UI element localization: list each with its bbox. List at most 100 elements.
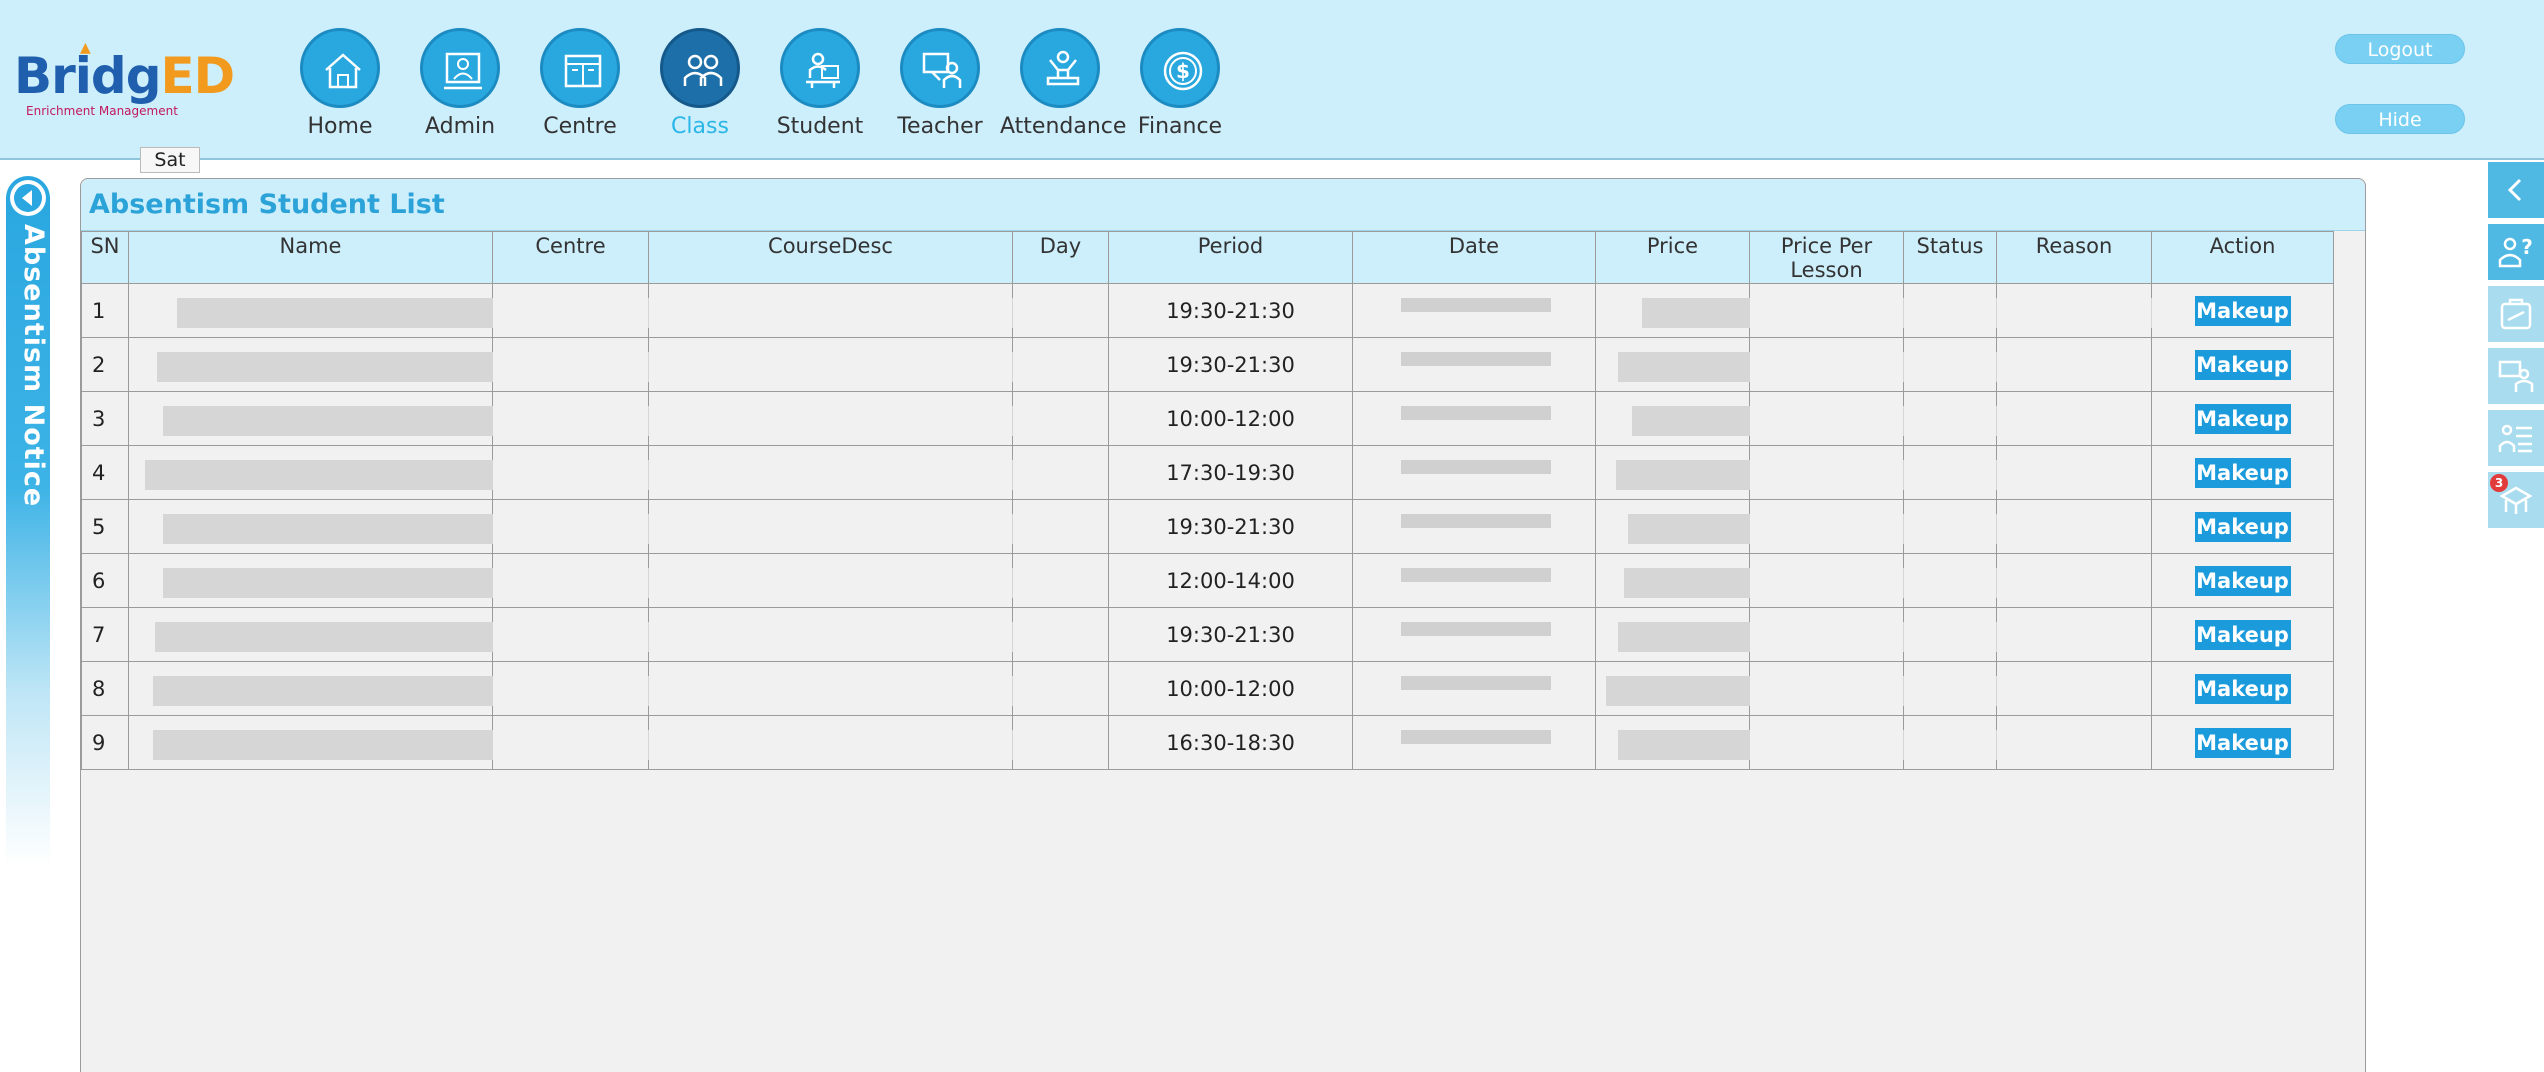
admin-user-icon [420, 28, 500, 108]
row-status [1903, 553, 1997, 608]
row-action: Makeup [2151, 337, 2334, 392]
row-name [128, 445, 1095, 500]
row-action: Makeup [2151, 607, 2334, 662]
row-centre [492, 661, 649, 716]
row-day [1012, 283, 1109, 338]
absentism-table: SN Name Centre CourseDesc Day Period Dat… [81, 231, 2334, 770]
table-header-row: SN Name Centre CourseDesc Day Period Dat… [81, 231, 2334, 284]
makeup-button[interactable]: Makeup [2194, 295, 2291, 326]
row-centre [492, 499, 649, 554]
makeup-button[interactable]: Makeup [2194, 403, 2291, 434]
column-header[interactable]: Price Per Lesson [1749, 231, 1904, 284]
column-header[interactable]: Period [1108, 231, 1353, 284]
nav-item-admin[interactable]: Admin [400, 28, 520, 143]
row-centre [492, 283, 649, 338]
column-header[interactable]: Reason [1996, 231, 2152, 284]
redacted-date [1401, 568, 1551, 582]
column-header[interactable]: Price [1595, 231, 1750, 284]
row-price-per-lesson [1749, 283, 1904, 338]
hide-button[interactable]: Hide [2335, 104, 2465, 134]
day-tooltip: Sat [140, 147, 200, 173]
nav-label-home: Home [307, 114, 373, 139]
dock-list-button[interactable] [2488, 410, 2544, 466]
collapse-arrow-icon[interactable] [10, 180, 46, 216]
table-row: 4 17:30-19:30 Makeup [81, 445, 2334, 500]
row-day [1012, 607, 1109, 662]
column-header[interactable]: CourseDesc [648, 231, 1013, 284]
bridged-logo[interactable]: ▲ BridgED Enrichment Management [14, 40, 235, 125]
logout-button[interactable]: Logout [2335, 34, 2465, 64]
row-period: 19:30-21:30 [1108, 337, 1353, 392]
row-course [648, 661, 1013, 716]
row-day [1012, 553, 1109, 608]
row-course [648, 607, 1013, 662]
row-price [1595, 391, 2142, 446]
row-centre [492, 445, 649, 500]
row-sn: 8 [81, 661, 129, 716]
column-header[interactable]: Name [128, 231, 493, 284]
dock-help-button[interactable]: ? [2488, 224, 2544, 280]
redacted-date [1401, 730, 1551, 744]
notification-badge: 3 [2490, 474, 2508, 492]
makeup-button[interactable]: Makeup [2194, 673, 2291, 704]
nav-item-centre[interactable]: Centre [520, 28, 640, 143]
nav-item-teacher[interactable]: Teacher [880, 28, 1000, 143]
row-sn: 6 [81, 553, 129, 608]
row-day [1012, 337, 1109, 392]
redacted-date [1401, 514, 1551, 528]
dock-teacher-button[interactable] [2488, 348, 2544, 404]
dock-class-button[interactable]: 3 [2488, 472, 2544, 528]
row-day [1012, 715, 1109, 770]
nav-item-home[interactable]: Home [280, 28, 400, 143]
row-sn: 9 [81, 715, 129, 770]
row-action: Makeup [2151, 661, 2334, 716]
column-header[interactable]: Status [1903, 231, 1997, 284]
makeup-button[interactable]: Makeup [2194, 565, 2291, 596]
row-status [1903, 445, 1997, 500]
svg-text:?: ? [2521, 235, 2533, 259]
row-period: 10:00-12:00 [1108, 661, 1353, 716]
row-date [1352, 715, 1596, 770]
makeup-button[interactable]: Makeup [2194, 457, 2291, 488]
nav-label-class: Class [671, 114, 729, 139]
row-course [648, 391, 1013, 446]
row-action: Makeup [2151, 283, 2334, 338]
row-date [1352, 391, 1596, 446]
nav-item-finance[interactable]: $ Finance [1120, 28, 1240, 143]
row-course [648, 283, 1013, 338]
chevron-left-icon [2507, 178, 2522, 202]
column-header[interactable]: Action [2151, 231, 2334, 284]
makeup-button[interactable]: Makeup [2194, 349, 2291, 380]
row-sn: 7 [81, 607, 129, 662]
column-header[interactable]: Centre [492, 231, 649, 284]
makeup-button[interactable]: Makeup [2194, 727, 2291, 758]
nav-label-admin: Admin [424, 114, 496, 139]
table-row: 6 12:00-14:00 Makeup [81, 553, 2334, 608]
row-sn: 2 [81, 337, 129, 392]
row-name [128, 391, 1083, 446]
row-reason [1996, 715, 2152, 770]
row-period: 19:30-21:30 [1108, 607, 1353, 662]
makeup-button[interactable]: Makeup [2194, 619, 2291, 650]
row-date [1352, 661, 1596, 716]
nav-item-class[interactable]: Class [640, 28, 760, 143]
dock-leave-button[interactable] [2488, 286, 2544, 342]
redacted-date [1401, 676, 1551, 690]
row-status [1903, 391, 1997, 446]
notice-tab-label: Absentism Notice [18, 224, 49, 508]
nav-item-student[interactable]: Student [760, 28, 880, 143]
row-reason [1996, 337, 2152, 392]
row-day [1012, 661, 1109, 716]
row-action: Makeup [2151, 553, 2334, 608]
row-price [1595, 445, 2126, 500]
teacher-board-icon [2498, 360, 2534, 392]
column-header[interactable]: Day [1012, 231, 1109, 284]
column-header[interactable]: SN [81, 231, 129, 284]
row-reason [1996, 445, 2152, 500]
absentism-notice-tab[interactable]: Absentism Notice [6, 176, 50, 866]
column-header[interactable]: Date [1352, 231, 1596, 284]
makeup-button[interactable]: Makeup [2194, 511, 2291, 542]
nav-item-attendance[interactable]: Attendance [1000, 28, 1126, 143]
attendance-person-icon [1020, 28, 1100, 108]
dock-collapse-button[interactable] [2488, 162, 2544, 218]
